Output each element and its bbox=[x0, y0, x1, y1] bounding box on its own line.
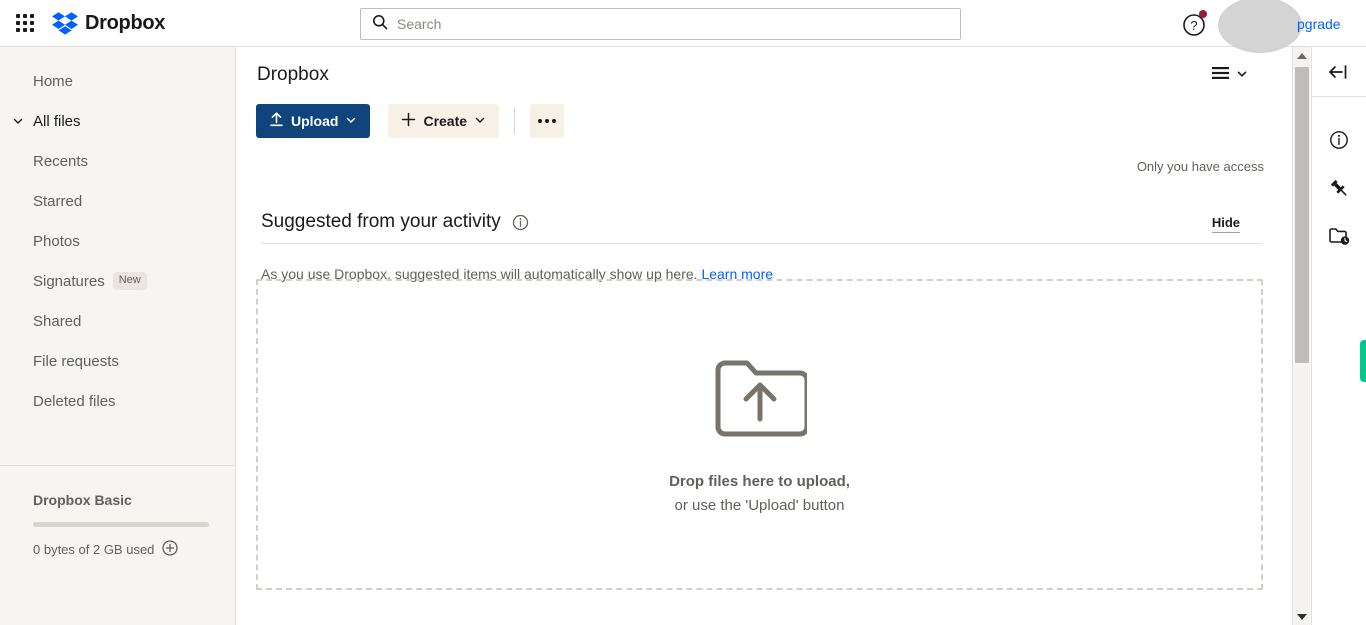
notification-dot-icon bbox=[1199, 10, 1207, 18]
sidebar-item-label: All files bbox=[33, 112, 81, 130]
chevron-down-icon bbox=[1236, 67, 1248, 85]
sidebar-item-label: Photos bbox=[33, 232, 80, 250]
list-view-icon bbox=[1212, 66, 1229, 85]
plus-circle-icon[interactable] bbox=[162, 540, 179, 559]
sidebar-divider bbox=[0, 465, 235, 466]
vertical-scrollbar[interactable] bbox=[1292, 47, 1310, 625]
main-content: Dropbox Upload Create Only you have acce… bbox=[237, 47, 1310, 625]
feedback-tab[interactable] bbox=[1360, 340, 1366, 382]
info-circle-icon[interactable] bbox=[512, 214, 529, 231]
dropbox-brand[interactable]: Dropbox bbox=[52, 11, 165, 35]
svg-text:?: ? bbox=[1190, 18, 1197, 33]
search-icon bbox=[361, 14, 388, 35]
chevron-down-icon bbox=[474, 113, 486, 129]
file-dropzone[interactable]: Drop files here to upload, or use the 'U… bbox=[256, 279, 1263, 590]
info-circle-icon[interactable] bbox=[1312, 116, 1366, 164]
sidebar-item-label: Recents bbox=[33, 152, 89, 170]
ellipsis-icon bbox=[552, 119, 557, 123]
chevron-down-icon bbox=[11, 114, 25, 128]
sidebar-item-label: Shared bbox=[33, 312, 82, 330]
sidebar-item-home[interactable]: Home bbox=[0, 61, 235, 101]
sidebar-item-label: Starred bbox=[33, 192, 83, 210]
sidebar-item-label: Home bbox=[33, 72, 74, 90]
section-divider bbox=[261, 243, 1262, 244]
folder-upload-icon bbox=[713, 356, 809, 447]
right-rail bbox=[1311, 47, 1366, 625]
action-toolbar: Upload Create bbox=[256, 104, 565, 138]
suggested-section-header: Suggested from your activity Hide bbox=[261, 211, 1261, 233]
dropzone-secondary-text: or use the 'Upload' button bbox=[674, 496, 845, 514]
storage-usage: 0 bytes of 2 GB used bbox=[33, 540, 223, 559]
sidebar-item-label: Deleted files bbox=[33, 392, 116, 410]
sidebar-nav: Home All files Recents Starred Photos Si… bbox=[0, 47, 235, 421]
top-bar: Dropbox ? pgrade bbox=[0, 0, 1366, 53]
plan-block: Dropbox Basic 0 bytes of 2 GB used bbox=[33, 492, 223, 559]
status-badge: New bbox=[112, 272, 147, 290]
suggested-title: Suggested from your activity bbox=[261, 211, 501, 232]
scroll-down-arrow-icon[interactable] bbox=[1293, 608, 1311, 625]
chevron-down-icon bbox=[345, 113, 357, 129]
sidebar-item-all-files[interactable]: All files bbox=[0, 101, 235, 141]
rail-icon-group bbox=[1312, 116, 1366, 260]
sidebar-item-starred[interactable]: Starred bbox=[0, 181, 235, 221]
avatar[interactable] bbox=[1218, 0, 1302, 53]
ellipsis-icon bbox=[538, 119, 543, 123]
upload-button-label: Upload bbox=[291, 113, 339, 129]
sidebar: Home All files Recents Starred Photos Si… bbox=[0, 47, 236, 625]
sidebar-item-deleted-files[interactable]: Deleted files bbox=[0, 381, 235, 421]
sidebar-item-shared[interactable]: Shared bbox=[0, 301, 235, 341]
pin-icon[interactable] bbox=[1312, 164, 1366, 212]
more-actions-button[interactable] bbox=[530, 104, 565, 138]
dropzone-primary-text: Drop files here to upload, bbox=[669, 472, 850, 490]
sidebar-item-file-requests[interactable]: File requests bbox=[0, 341, 235, 381]
plus-icon bbox=[401, 112, 416, 130]
brand-name: Dropbox bbox=[85, 11, 166, 34]
sidebar-item-label: File requests bbox=[33, 352, 119, 370]
storage-progress-bar bbox=[33, 522, 209, 527]
create-button-label: Create bbox=[423, 113, 468, 129]
create-button[interactable]: Create bbox=[388, 104, 500, 138]
search-bar[interactable] bbox=[360, 8, 961, 40]
upload-button[interactable]: Upload bbox=[256, 104, 371, 138]
hide-link[interactable]: Hide bbox=[1211, 215, 1240, 233]
ellipsis-icon bbox=[545, 119, 550, 123]
storage-usage-label: 0 bytes of 2 GB used bbox=[33, 542, 155, 557]
dropbox-logo-icon bbox=[52, 11, 78, 35]
sidebar-item-label: Signatures bbox=[33, 272, 105, 290]
folder-recent-icon[interactable] bbox=[1312, 212, 1366, 260]
plan-name: Dropbox Basic bbox=[33, 492, 132, 508]
view-toggle-button[interactable] bbox=[1212, 66, 1248, 85]
toolbar-divider bbox=[514, 108, 516, 134]
access-note: Only you have access bbox=[1136, 159, 1264, 174]
scroll-up-arrow-icon[interactable] bbox=[1293, 47, 1311, 64]
upload-arrow-icon bbox=[269, 112, 284, 130]
page-title: Dropbox bbox=[257, 64, 329, 85]
scrollbar-thumb[interactable] bbox=[1295, 67, 1309, 363]
sidebar-item-photos[interactable]: Photos bbox=[0, 221, 235, 261]
grid-apps-icon[interactable] bbox=[14, 12, 36, 34]
upgrade-link[interactable]: pgrade bbox=[1297, 16, 1341, 32]
sidebar-item-signatures[interactable]: Signatures New bbox=[0, 261, 235, 301]
search-input[interactable] bbox=[397, 10, 927, 38]
collapse-panel-icon[interactable] bbox=[1312, 47, 1366, 97]
sidebar-item-recents[interactable]: Recents bbox=[0, 141, 235, 181]
